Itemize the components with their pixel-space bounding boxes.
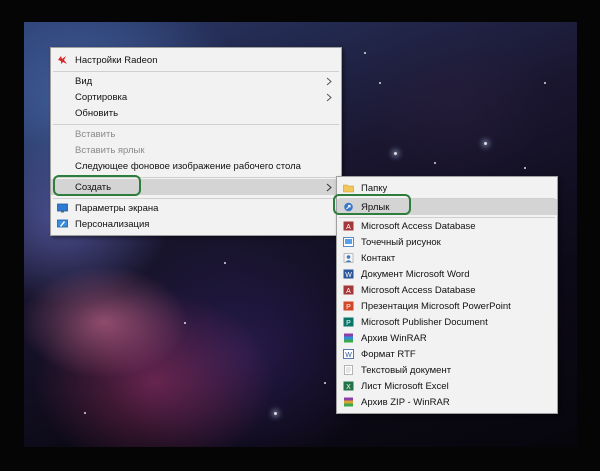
submenu-item-zip[interactable]: Архив ZIP - WinRAR (337, 394, 557, 410)
menu-item-display-settings[interactable]: Параметры экрана (51, 200, 341, 216)
menu-item-label: Создать (75, 181, 112, 193)
personalize-icon (57, 219, 68, 229)
radeon-icon (57, 55, 68, 65)
separator (53, 177, 339, 178)
text-document-icon (343, 365, 354, 375)
star (544, 82, 546, 84)
menu-item-label: Вставить ярлык (75, 144, 145, 156)
access-icon: A (343, 221, 354, 231)
star (434, 162, 436, 164)
menu-item-label: Настройки Radeon (75, 54, 158, 66)
menu-item-paste[interactable]: Вставить (51, 126, 341, 142)
menu-item-create[interactable]: Создать (51, 179, 341, 195)
star (524, 167, 526, 169)
winrar-icon (343, 333, 354, 343)
svg-text:W: W (345, 352, 352, 359)
svg-text:P: P (346, 320, 351, 327)
menu-item-refresh[interactable]: Обновить (51, 105, 341, 121)
chevron-right-icon (325, 76, 333, 86)
submenu-item-label: Лист Microsoft Excel (361, 380, 449, 392)
submenu-item-label: Текстовый документ (361, 364, 452, 376)
menu-item-label: Обновить (75, 107, 119, 119)
submenu-item-word-document[interactable]: W Документ Microsoft Word (337, 266, 557, 282)
rtf-icon: W (343, 349, 354, 359)
svg-text:A: A (346, 224, 351, 231)
menu-item-label: Параметры экрана (75, 202, 159, 214)
menu-item-paste-shortcut[interactable]: Вставить ярлык (51, 142, 341, 158)
submenu-item-contact[interactable]: Контакт (337, 250, 557, 266)
submenu-item-powerpoint[interactable]: P Презентация Microsoft PowerPoint (337, 298, 557, 314)
star (324, 382, 326, 384)
menu-item-label: Вид (75, 75, 93, 87)
zip-icon (343, 397, 354, 407)
menu-item-view[interactable]: Вид (51, 73, 341, 89)
submenu-item-label: Microsoft Access Database (361, 220, 476, 232)
submenu-item-label: Архив ZIP - WinRAR (361, 396, 450, 408)
menu-item-personalize[interactable]: Персонализация (51, 216, 341, 232)
submenu-item-label: Формат RTF (361, 348, 416, 360)
separator (53, 124, 339, 125)
submenu-item-publisher[interactable]: P Microsoft Publisher Document (337, 314, 557, 330)
menu-item-label: Персонализация (75, 218, 150, 230)
desktop-context-menu: Настройки Radeon Вид Сортировка Обновить… (50, 47, 342, 236)
submenu-item-label: Презентация Microsoft PowerPoint (361, 300, 511, 312)
excel-icon: X (343, 381, 354, 391)
menu-item-next-background[interactable]: Следующее фоновое изображение рабочего с… (51, 158, 341, 174)
star (379, 82, 381, 84)
access-icon: A (343, 285, 354, 295)
star (484, 142, 487, 145)
submenu-item-label: Контакт (361, 252, 396, 264)
star (224, 262, 226, 264)
submenu-item-rtf[interactable]: W Формат RTF (337, 346, 557, 362)
svg-text:X: X (346, 384, 351, 391)
star (84, 412, 86, 414)
publisher-icon: P (343, 317, 354, 327)
separator (53, 71, 339, 72)
menu-item-label: Сортировка (75, 91, 128, 103)
star (394, 152, 397, 155)
submenu-item-access-database[interactable]: A Microsoft Access Database (337, 218, 557, 234)
svg-text:P: P (346, 304, 351, 311)
submenu-item-label: Архив WinRAR (361, 332, 427, 344)
submenu-item-winrar[interactable]: Архив WinRAR (337, 330, 557, 346)
submenu-item-text-document[interactable]: Текстовый документ (337, 362, 557, 378)
folder-icon (343, 183, 354, 193)
contact-icon (343, 253, 354, 263)
submenu-item-shortcut[interactable]: Ярлык (337, 199, 557, 215)
submenu-item-label: Документ Microsoft Word (361, 268, 470, 280)
separator (53, 198, 339, 199)
create-submenu: Папку Ярлык A Microsoft Access Database … (336, 176, 558, 414)
menu-item-label: Вставить (75, 128, 116, 140)
submenu-item-label: Microsoft Publisher Document (361, 316, 488, 328)
submenu-item-access-database-2[interactable]: A Microsoft Access Database (337, 282, 557, 298)
menu-item-label: Следующее фоновое изображение рабочего с… (75, 160, 301, 172)
display-icon (57, 203, 68, 213)
submenu-item-excel[interactable]: X Лист Microsoft Excel (337, 378, 557, 394)
submenu-item-label: Точечный рисунок (361, 236, 441, 248)
menu-item-radeon-settings[interactable]: Настройки Radeon (51, 52, 341, 68)
shortcut-icon (343, 202, 354, 212)
svg-text:W: W (345, 272, 352, 279)
submenu-item-label: Ярлык (361, 201, 390, 213)
powerpoint-icon: P (343, 301, 354, 311)
bitmap-icon (343, 237, 354, 247)
submenu-item-folder[interactable]: Папку (337, 180, 557, 196)
chevron-right-icon (325, 182, 333, 192)
star (184, 322, 186, 324)
star (274, 412, 277, 415)
submenu-item-label: Microsoft Access Database (361, 284, 476, 296)
svg-text:A: A (346, 288, 351, 295)
menu-item-sort[interactable]: Сортировка (51, 89, 341, 105)
star (364, 52, 366, 54)
word-icon: W (343, 269, 354, 279)
submenu-item-label: Папку (361, 182, 388, 194)
chevron-right-icon (325, 92, 333, 102)
submenu-item-bitmap[interactable]: Точечный рисунок (337, 234, 557, 250)
